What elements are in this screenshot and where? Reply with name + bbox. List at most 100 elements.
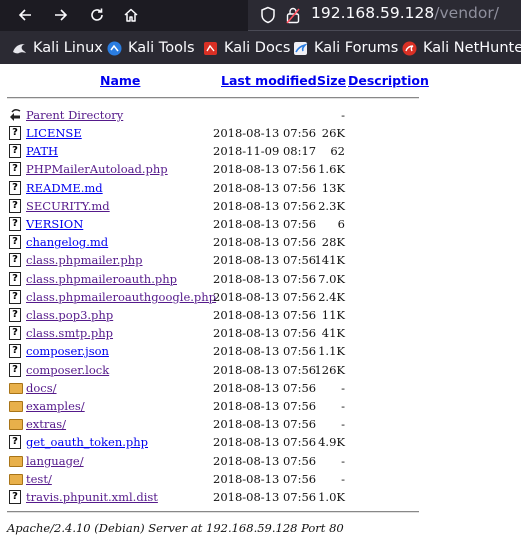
sort-by-size-link[interactable]: Size [317, 73, 346, 88]
file-link[interactable]: composer.json [26, 344, 109, 358]
url-host: 192.168.59.128 [311, 4, 435, 22]
file-size: 126K [314, 362, 345, 377]
last-modified: 2018-08-13 07:56 [213, 289, 317, 304]
sort-by-name-link[interactable]: Name [100, 73, 140, 88]
file-link[interactable]: test/ [26, 472, 52, 486]
file-link[interactable]: get_oauth_token.php [26, 435, 148, 449]
home-icon [124, 8, 138, 22]
file-link[interactable]: README.md [26, 181, 103, 195]
forward-button[interactable] [48, 3, 74, 27]
file-link[interactable]: LICENSE [26, 126, 82, 140]
file-link[interactable]: language/ [26, 454, 84, 468]
column-header-size[interactable]: Size [317, 73, 346, 88]
bookmark-kali-docs[interactable]: Kali Docs [203, 39, 290, 57]
file-link[interactable]: examples/ [26, 399, 85, 413]
file-link[interactable]: composer.lock [26, 363, 109, 377]
reload-button[interactable] [84, 3, 110, 27]
parent-directory-link[interactable]: Parent Directory [26, 108, 123, 122]
listing-row: ? class.smtp.php 2018-08-13 07:56 41K [0, 324, 521, 342]
unknown-file-icon: ? [9, 235, 21, 250]
file-size: - [341, 399, 345, 413]
home-button[interactable] [118, 3, 144, 27]
sort-by-description-link[interactable]: Description [348, 73, 429, 88]
file-link[interactable]: travis.phpunit.xml.dist [26, 490, 158, 504]
back-arrow-icon [18, 9, 31, 21]
bookmark-label: Kali Tools [128, 40, 195, 56]
column-header-description[interactable]: Description [348, 73, 429, 88]
bookmark-kali-tools[interactable]: Kali Tools [107, 39, 195, 57]
file-link[interactable]: class.phpmaileroauth.php [26, 272, 177, 286]
parent-directory-row: Parent Directory - [0, 106, 521, 124]
file-size: 1.1K [318, 344, 345, 359]
header-divider [7, 97, 419, 99]
file-link[interactable]: class.pop3.php [26, 308, 113, 322]
unknown-file-icon: ? [9, 271, 21, 286]
file-link[interactable]: extras/ [26, 417, 66, 431]
file-link[interactable]: VERSION [26, 217, 83, 231]
last-modified: 2018-08-13 07:56 [213, 362, 317, 377]
last-modified: 2018-08-13 07:56 [213, 271, 317, 286]
bookmark-kali-forums[interactable]: Kali Forums [293, 39, 398, 57]
unknown-file-icon: ? [9, 326, 21, 341]
folder-icon [9, 455, 23, 467]
sort-by-modified-link[interactable]: Last modified [221, 73, 317, 88]
last-modified: 2018-08-13 07:56 [213, 399, 317, 413]
bookmark-label: Kali Linux [33, 40, 103, 56]
listing-row: ? class.phpmailer.php 2018-08-13 07:56 141K [0, 251, 521, 269]
unknown-file-icon: ? [9, 289, 21, 304]
listing-row: ? class.pop3.php 2018-08-13 07:56 11K [0, 306, 521, 324]
column-header-name[interactable]: Name [100, 73, 140, 88]
unknown-file-icon: ? [9, 435, 21, 450]
listing-row: test/2018-08-13 07:56 - [0, 470, 521, 488]
file-size: 4.9K [318, 435, 345, 450]
unknown-file-icon: ? [9, 490, 21, 504]
unknown-file-icon: ? [9, 253, 21, 268]
unknown-file-icon: ? [9, 162, 21, 177]
bookmark-label: Kali Docs [224, 40, 291, 56]
footer-divider [7, 511, 419, 513]
last-modified: 2018-08-13 07:56 [213, 235, 317, 250]
file-size: 28K [321, 235, 345, 250]
listing-row: ? changelog.md 2018-08-13 07:56 28K [0, 233, 521, 251]
file-size: 41K [321, 326, 345, 341]
insecure-lock-icon[interactable] [286, 7, 300, 24]
unknown-file-icon: ? [9, 344, 21, 359]
file-link[interactable]: class.phpmailer.php [26, 253, 143, 267]
last-modified: 2018-08-13 07:56 [213, 417, 317, 432]
last-modified: 2018-08-13 07:56 [213, 344, 317, 359]
file-size: 26K [321, 126, 345, 140]
listing-row: ? composer.json 2018-08-13 07:56 1.1K [0, 342, 521, 360]
listing-row: ? LICENSE 2018-08-13 07:56 26K [0, 124, 521, 142]
address-bar[interactable]: 192.168.59.128/vendor/ [248, 0, 521, 31]
bookmark-kali-linux[interactable]: Kali Linux [12, 39, 103, 57]
file-link[interactable]: SECURITY.md [26, 199, 110, 213]
file-link[interactable]: docs/ [26, 381, 57, 395]
file-size: 13K [321, 180, 345, 195]
column-header-modified[interactable]: Last modified [221, 73, 317, 88]
last-modified: 2018-08-13 07:56 [213, 180, 317, 195]
file-link[interactable]: changelog.md [26, 235, 108, 249]
last-modified: 2018-11-09 08:17 [213, 144, 317, 159]
file-size: 11K [321, 308, 345, 322]
listing-row: ? composer.lock 2018-08-13 07:56 126K [0, 361, 521, 379]
bookmark-kali-nethunter[interactable]: Kali NetHunter [402, 39, 521, 57]
kali-dragon-icon [13, 43, 26, 53]
parent-size: - [341, 108, 345, 122]
bookmarks-toolbar: Kali Linux Kali Tools Kali Docs Kali For… [0, 31, 521, 65]
shield-icon[interactable] [260, 6, 276, 24]
file-size: 62 [330, 144, 345, 159]
unknown-file-icon: ? [9, 198, 21, 213]
last-modified: 2018-08-13 07:56 [213, 453, 317, 468]
file-size: 1.6K [318, 162, 345, 177]
file-size: 6 [337, 217, 345, 231]
last-modified: 2018-08-13 07:56 [213, 253, 317, 268]
file-link[interactable]: PATH [26, 144, 58, 158]
url-text[interactable]: 192.168.59.128/vendor/ [311, 4, 499, 22]
folder-icon [9, 473, 23, 485]
file-link[interactable]: class.phpmaileroauthgoogle.php [26, 290, 216, 304]
file-link[interactable]: PHPMailerAutoload.php [26, 162, 168, 176]
unknown-file-icon: ? [9, 217, 21, 231]
back-button[interactable] [12, 3, 38, 27]
file-link[interactable]: class.smtp.php [26, 326, 113, 340]
listing-row: ? README.md 2018-08-13 07:56 13K [0, 179, 521, 197]
